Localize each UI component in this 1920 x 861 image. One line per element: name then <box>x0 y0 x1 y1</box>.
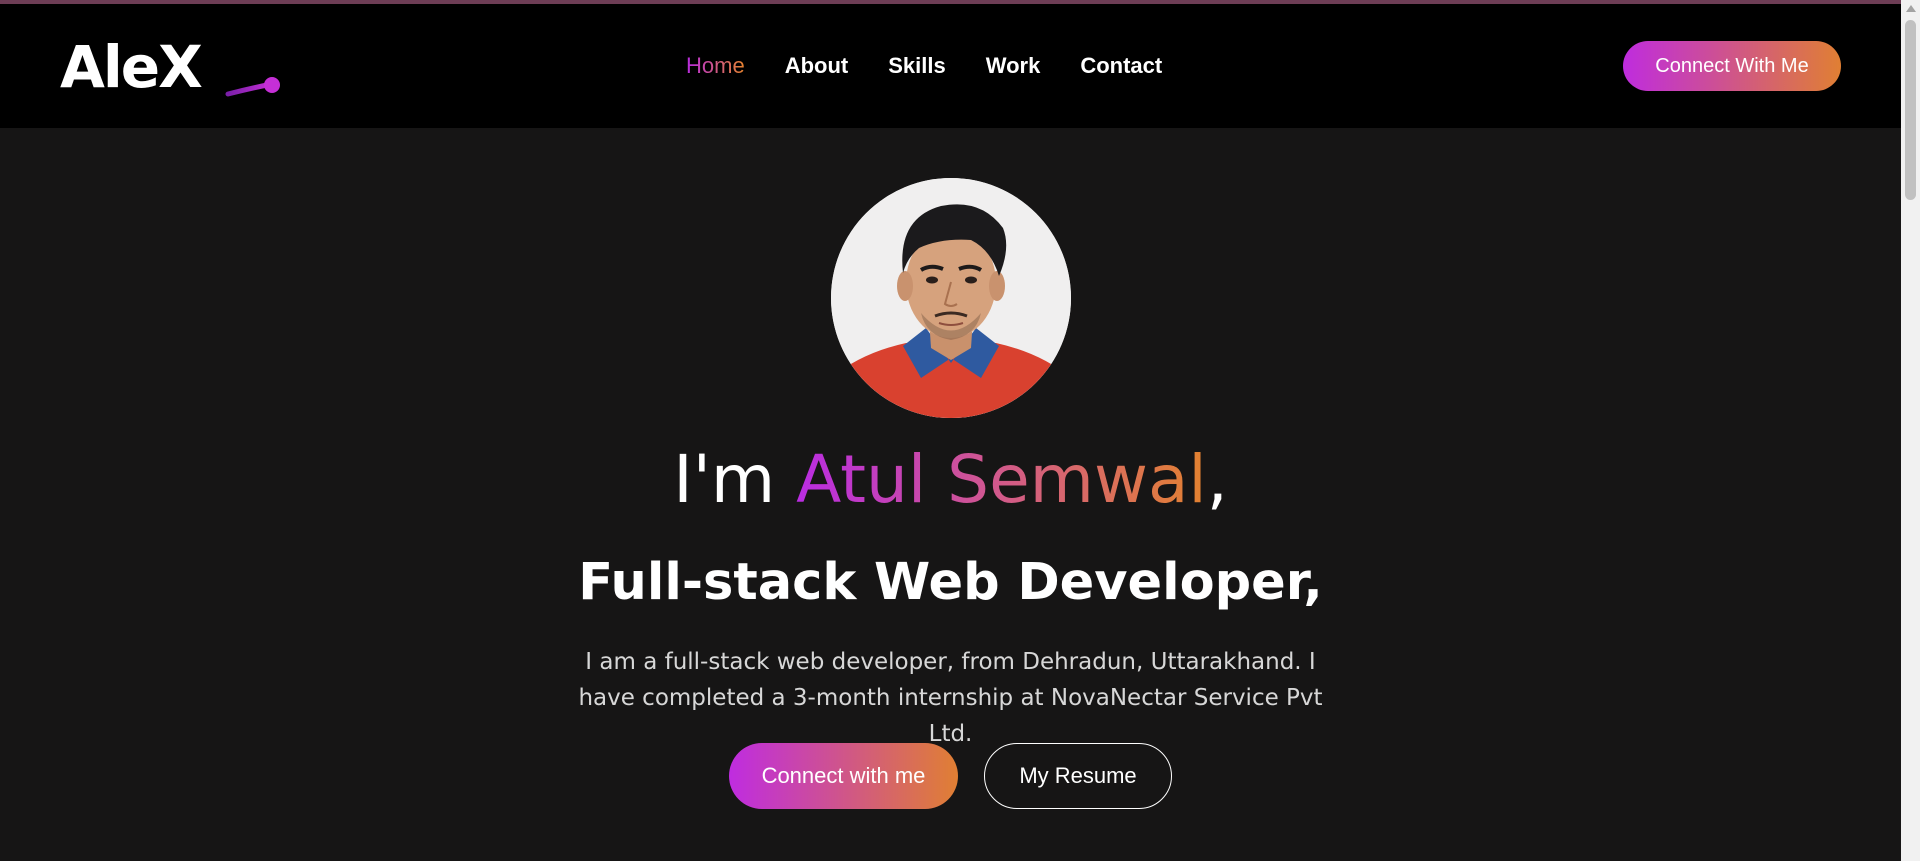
hero-greeting: I'm <box>673 441 797 518</box>
hero-name-suffix: , <box>1206 441 1228 518</box>
hero-description: I am a full-stack web developer, from De… <box>578 649 1323 747</box>
hero-heading: I'm Atul Semwal, <box>0 440 1901 519</box>
nav-contact[interactable]: Contact <box>1080 53 1162 79</box>
scroll-up-arrow-icon[interactable] <box>1906 5 1916 12</box>
my-resume-button[interactable]: My Resume <box>984 743 1172 809</box>
logo-swoosh-icon <box>225 77 280 97</box>
nav-about[interactable]: About <box>785 53 849 79</box>
logo[interactable]: AleX <box>60 32 280 102</box>
scrollbar-thumb[interactable] <box>1905 20 1916 200</box>
connect-with-me-nav-button[interactable]: Connect With Me <box>1623 41 1841 91</box>
connect-with-me-button[interactable]: Connect with me <box>729 743 958 809</box>
nav-home[interactable]: Home <box>686 53 745 79</box>
vertical-scrollbar[interactable] <box>1901 0 1920 861</box>
main-menu: Home About Skills Work Contact <box>686 4 1202 128</box>
hero-role: Full-stack Web Developer, <box>578 553 1323 612</box>
profile-photo-icon <box>831 178 1071 418</box>
profile-avatar <box>831 178 1071 418</box>
hero-name: Atul Semwal <box>796 441 1207 518</box>
nav-work[interactable]: Work <box>986 53 1041 79</box>
nav-skills[interactable]: Skills <box>888 53 945 79</box>
